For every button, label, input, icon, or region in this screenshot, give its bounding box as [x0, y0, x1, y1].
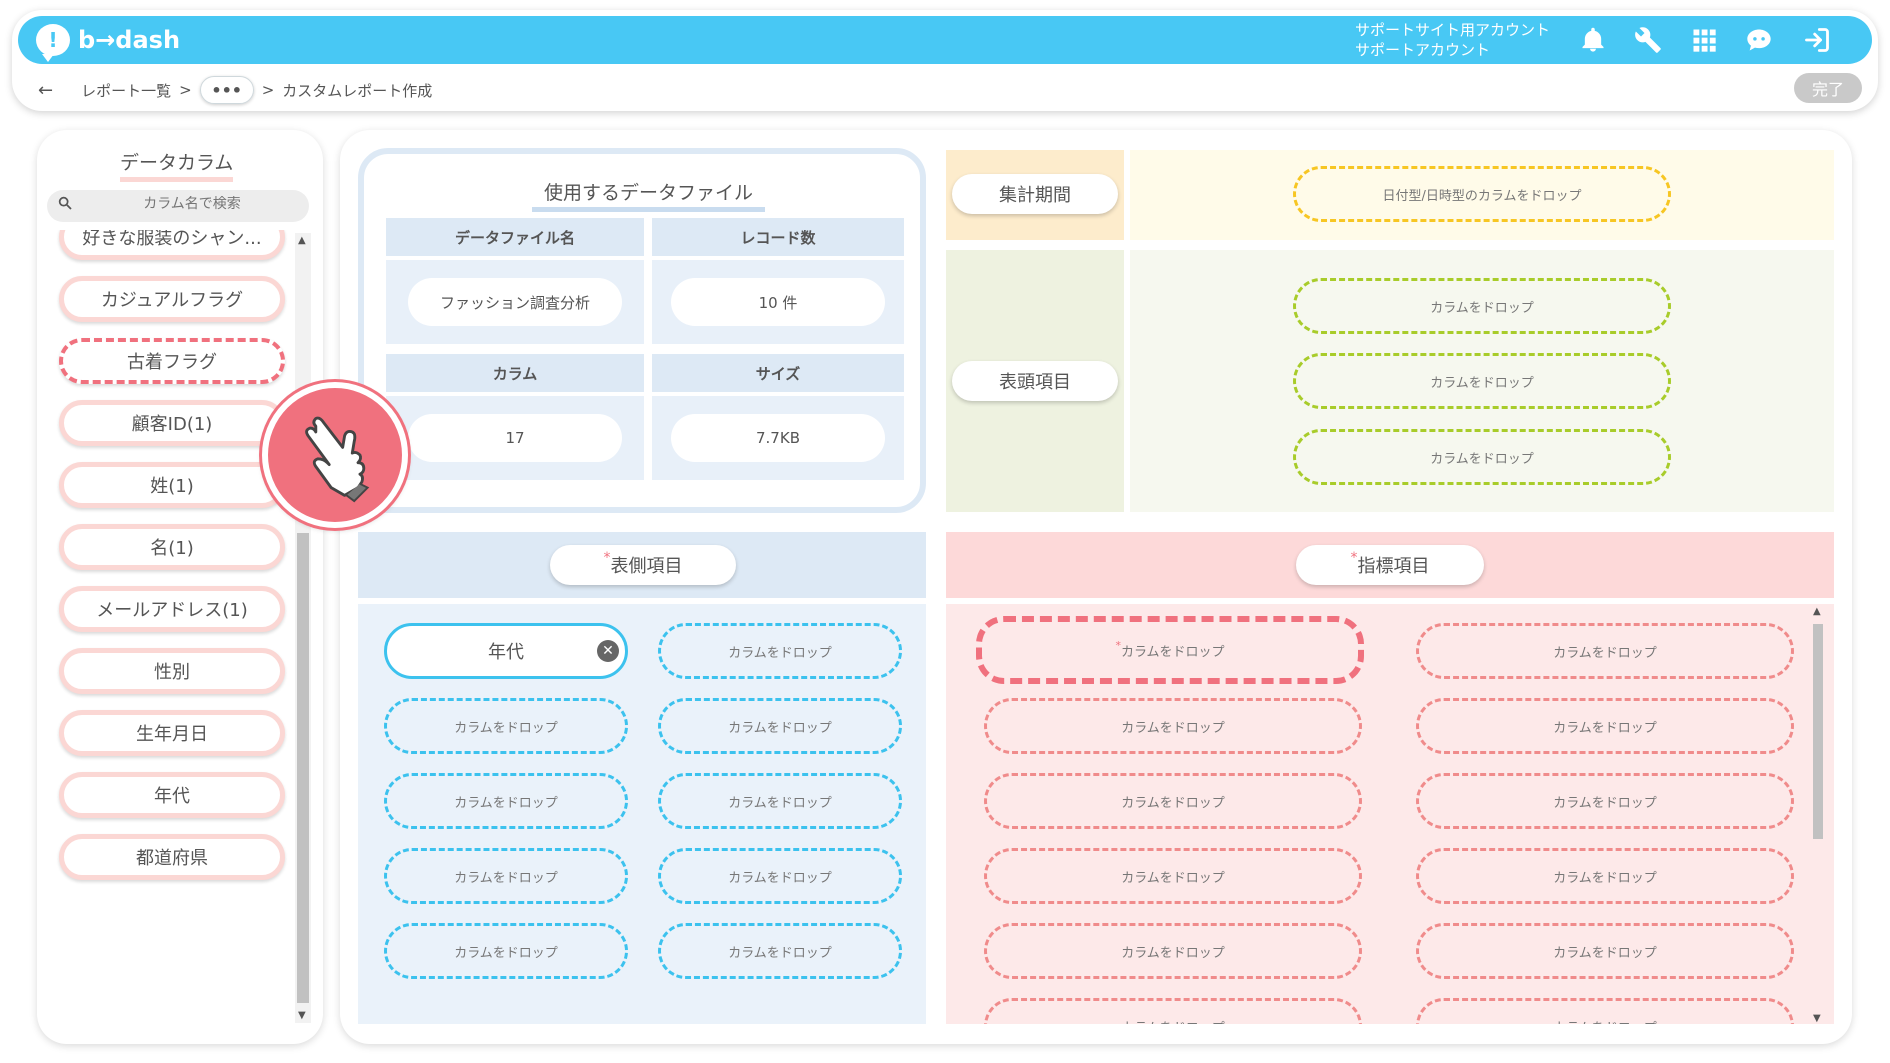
metric-drop-zone[interactable]: カラムをドロップ: [1416, 998, 1794, 1024]
scroll-down-icon[interactable]: ▼: [1813, 1013, 1821, 1024]
scroll-down-icon[interactable]: ▼: [298, 1010, 306, 1021]
row-items-label: * 表側項目: [550, 545, 736, 585]
column-item[interactable]: 姓(1): [59, 462, 285, 508]
metric-drop-zone[interactable]: カラムをドロップ: [1416, 773, 1794, 829]
column-count-value: 17: [408, 414, 622, 462]
file-name-value: ファッション調査分析: [408, 278, 622, 326]
header-items-label: 表頭項目: [952, 361, 1118, 401]
column-item[interactable]: 好きな服装のシャン...: [59, 230, 285, 260]
data-file-title: 使用するデータファイル: [532, 178, 766, 212]
record-count-cell: 10 件: [652, 260, 904, 344]
metric-items-drop-area: * カラムをドロップ カラムをドロップ カラムをドロップ カラムをドロップ カラ…: [946, 604, 1834, 1024]
done-button[interactable]: 完了: [1794, 73, 1862, 103]
back-arrow-icon[interactable]: ←: [38, 80, 53, 101]
metric-drop-zone[interactable]: カラムをドロップ: [1416, 623, 1794, 679]
scrollbar-thumb[interactable]: [1813, 624, 1823, 839]
account-info[interactable]: サポートサイト用アカウント サポートアカウント: [1355, 20, 1550, 60]
file-name-cell: ファッション調査分析: [386, 260, 644, 344]
row-item-filled-label: 年代: [488, 642, 524, 663]
brand-logo[interactable]: ! b→dash: [36, 24, 181, 62]
column-search-input[interactable]: [97, 196, 287, 212]
metric-scrollbar[interactable]: ▲ ▼: [1810, 606, 1826, 1024]
size-cell: 7.7KB: [652, 396, 904, 480]
account-line2: サポートアカウント: [1355, 41, 1491, 59]
breadcrumb-separator: >: [261, 81, 275, 99]
size-header: サイズ: [652, 354, 904, 392]
breadcrumb-more-button[interactable]: •••: [199, 76, 254, 104]
column-list-scrollbar[interactable]: ▲ ▼: [295, 233, 311, 1023]
row-items-label-text: 表側項目: [610, 556, 683, 577]
data-column-title: データカラム: [120, 148, 234, 182]
chat-bot-icon[interactable]: [1744, 25, 1774, 55]
record-count-header: レコード数: [652, 218, 904, 256]
row-item-filled[interactable]: 年代 ✕: [384, 623, 628, 679]
column-count-header: カラム: [386, 354, 644, 392]
column-item[interactable]: カジュアルフラグ: [59, 276, 285, 322]
row-drop-zone[interactable]: カラムをドロップ: [384, 923, 628, 979]
data-file-card: 使用するデータファイル データファイル名 レコード数 ファッション調査分析 10…: [358, 148, 926, 513]
metric-drop-zone[interactable]: カラムをドロップ: [984, 698, 1362, 754]
column-count-cell: 17: [386, 396, 644, 480]
file-name-header: データファイル名: [386, 218, 644, 256]
metric-drop-zone[interactable]: カラムをドロップ: [984, 998, 1362, 1024]
row-drop-zone[interactable]: カラムをドロップ: [658, 623, 902, 679]
row-drop-zone[interactable]: カラムをドロップ: [658, 848, 902, 904]
row-drop-zone[interactable]: カラムをドロップ: [384, 848, 628, 904]
grid-icon[interactable]: [1689, 25, 1719, 55]
column-item[interactable]: 顧客ID(1): [59, 400, 285, 446]
metric-drop-zone[interactable]: カラムをドロップ: [984, 848, 1362, 904]
logo-bubble-icon: !: [36, 24, 70, 62]
column-item[interactable]: 年代: [59, 772, 285, 818]
breadcrumb-report-list[interactable]: レポート一覧: [81, 80, 171, 101]
data-column-panel: データカラム 好きな服装のシャン... カジュアルフラグ 古着フラグ 顧客ID(…: [37, 130, 323, 1044]
period-drop-zone[interactable]: 日付型/日時型のカラムをドロップ: [1293, 166, 1671, 222]
account-line1: サポートサイト用アカウント: [1355, 21, 1551, 39]
logout-icon[interactable]: [1802, 25, 1832, 55]
scroll-up-icon[interactable]: ▲: [1813, 606, 1821, 617]
column-item[interactable]: 都道府県: [59, 834, 285, 880]
bell-icon[interactable]: [1578, 25, 1608, 55]
breadcrumb: ← レポート一覧 > ••• > カスタムレポート作成: [38, 76, 432, 104]
metric-drop-zone[interactable]: カラムをドロップ: [1416, 848, 1794, 904]
metric-drop-zone[interactable]: カラムをドロップ: [984, 923, 1362, 979]
header-drop-zone[interactable]: カラムをドロップ: [1293, 429, 1671, 485]
column-list: 好きな服装のシャン... カジュアルフラグ 古着フラグ 顧客ID(1) 姓(1)…: [37, 230, 297, 1020]
record-count-value: 10 件: [671, 278, 885, 326]
required-mark: *: [1115, 638, 1121, 652]
row-drop-zone[interactable]: カラムをドロップ: [384, 773, 628, 829]
column-item-dragging[interactable]: 古着フラグ: [59, 338, 285, 384]
drag-hand-pointer-icon: [262, 382, 408, 528]
breadcrumb-separator: >: [179, 81, 192, 99]
size-value: 7.7KB: [671, 414, 885, 462]
header-drop-zone[interactable]: カラムをドロップ: [1293, 278, 1671, 334]
wrench-icon[interactable]: [1633, 25, 1663, 55]
row-drop-zone[interactable]: カラムをドロップ: [658, 923, 902, 979]
metric-drop-text: カラムをドロップ: [1120, 644, 1225, 660]
required-mark: *: [1350, 550, 1358, 566]
column-item[interactable]: 性別: [59, 648, 285, 694]
column-search[interactable]: [47, 190, 309, 222]
breadcrumb-current: カスタムレポート作成: [282, 81, 433, 100]
column-item[interactable]: 名(1): [59, 524, 285, 570]
brand-name: b→dash: [78, 26, 181, 54]
scrollbar-thumb[interactable]: [297, 533, 309, 1003]
search-icon: [57, 195, 73, 215]
column-item[interactable]: 生年月日: [59, 710, 285, 756]
top-bar: ! b→dash サポートサイト用アカウント サポートアカウント: [18, 16, 1872, 64]
column-item[interactable]: メールアドレス(1): [59, 586, 285, 632]
metric-drop-zone-highlighted[interactable]: * カラムをドロップ: [976, 616, 1364, 684]
scroll-up-icon[interactable]: ▲: [298, 235, 306, 246]
metric-items-label: * 指標項目: [1296, 545, 1484, 585]
header-drop-zone[interactable]: カラムをドロップ: [1293, 353, 1671, 409]
metric-items-label-text: 指標項目: [1357, 556, 1430, 577]
remove-icon[interactable]: ✕: [597, 640, 619, 662]
metric-drop-zone[interactable]: カラムをドロップ: [1416, 698, 1794, 754]
row-drop-zone[interactable]: カラムをドロップ: [658, 773, 902, 829]
period-label: 集計期間: [952, 174, 1118, 214]
metric-drop-zone[interactable]: カラムをドロップ: [1416, 923, 1794, 979]
row-drop-zone[interactable]: カラムをドロップ: [658, 698, 902, 754]
metric-drop-zone[interactable]: カラムをドロップ: [984, 773, 1362, 829]
row-drop-zone[interactable]: カラムをドロップ: [384, 698, 628, 754]
required-mark: *: [603, 550, 611, 566]
